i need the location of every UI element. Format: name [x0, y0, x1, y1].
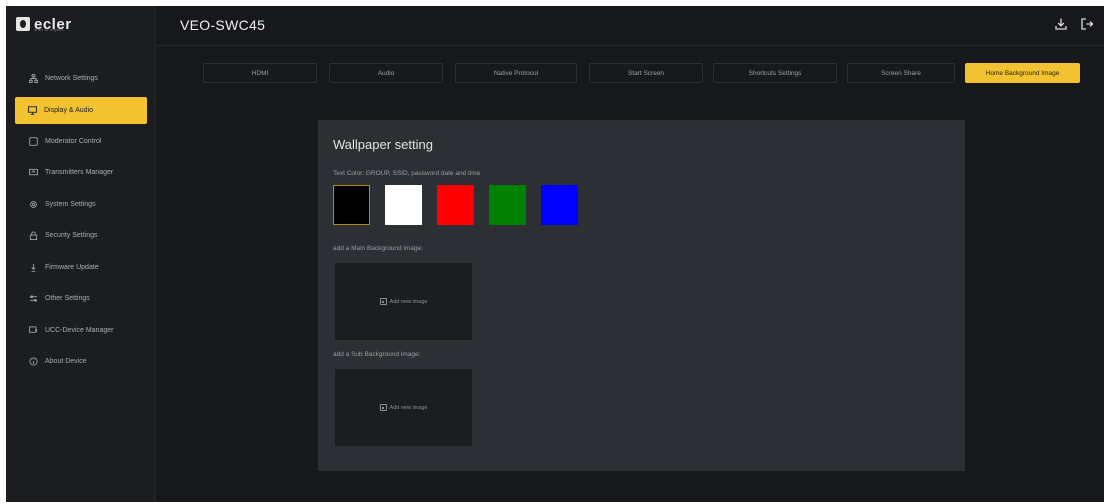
color-swatch-blue[interactable] [541, 185, 578, 225]
tab-label: Home Background Image [985, 69, 1060, 77]
sidebar-item-firmware-update[interactable]: Firmware Update [6, 252, 156, 284]
header-actions [1054, 17, 1094, 31]
network-icon [28, 74, 38, 84]
tab-label: Start Screen [627, 69, 665, 77]
download-icon[interactable] [1054, 17, 1068, 31]
sidebar-item-other-settings[interactable]: Other Settings [6, 283, 156, 315]
sidebar-item-ucc-device-manager[interactable]: UCC-Device Manager [6, 315, 156, 347]
text-color-label: Text Color: GROUP, SSID, password date a… [333, 170, 481, 177]
sidebar-item-label: Moderator Control [45, 137, 102, 145]
tab-hdmi[interactable]: HDMI [203, 63, 317, 83]
sidebar-item-security-settings[interactable]: Security Settings [6, 220, 156, 252]
sidebar-item-system-settings[interactable]: System Settings [6, 189, 156, 221]
upload-label: Add new image [389, 404, 428, 411]
update-icon [28, 262, 38, 272]
image-icon [379, 298, 387, 305]
tab-label: Audio [377, 69, 395, 77]
main-background-upload[interactable]: Add new image [335, 263, 472, 340]
color-swatch-black[interactable] [333, 185, 370, 225]
sidebar-item-label: UCC-Device Manager [45, 326, 114, 334]
sidebar-item-network-settings[interactable]: Network Settings [6, 63, 156, 95]
sub-background-upload[interactable]: Add new image [335, 369, 472, 446]
info-icon [28, 357, 38, 367]
sidebar-item-label: About Device [45, 358, 87, 366]
sub-background-label: add a Sub Background image: [333, 351, 421, 358]
upload-label: Add new image [389, 298, 428, 305]
page-title: VEO-SWC45 [180, 17, 266, 33]
color-swatch-green[interactable] [489, 185, 526, 225]
square-icon [28, 136, 38, 146]
gear-icon [28, 199, 38, 209]
sidebar-item-label: Display & Audio [44, 106, 94, 114]
tab-start-screen[interactable]: Start Screen [589, 63, 703, 83]
lock-icon [28, 231, 38, 241]
tab-native-protocol[interactable]: Native Protocol [455, 63, 577, 83]
main-background-label: add a Main Background image: [333, 245, 423, 252]
sidebar-item-transmitters-manager[interactable]: Transmitters Manager [6, 157, 156, 189]
brand-tagline: start to impact [34, 27, 64, 32]
tab-home-background-image[interactable]: Home Background Image [965, 63, 1080, 83]
tab-shortcuts-settings[interactable]: Shortcuts Settings [713, 63, 837, 83]
tab-label: Native Protocol [493, 69, 539, 77]
sidebar-item-label: Transmitters Manager [45, 169, 114, 177]
sidebar-item-label: Security Settings [45, 232, 98, 240]
ecler-logo-icon [16, 17, 30, 31]
sidebar-item-label: Network Settings [45, 75, 98, 83]
display-icon [27, 105, 37, 115]
tab-audio[interactable]: Audio [329, 63, 443, 83]
sidebar-item-label: Firmware Update [45, 263, 99, 271]
device-icon [28, 325, 38, 335]
sidebar-item-display-audio[interactable]: Display & Audio [15, 96, 147, 124]
sidebar-item-label: System Settings [45, 200, 96, 208]
logout-icon[interactable] [1080, 17, 1094, 31]
panel-title: Wallpaper setting [333, 137, 433, 152]
transmitter-icon [28, 168, 38, 178]
color-swatch-white[interactable] [385, 185, 422, 225]
sidebar: ecler start to impact Network Settings D… [6, 6, 156, 502]
tab-label: HDMI [251, 69, 269, 77]
tab-screen-share[interactable]: Screen Share [847, 63, 955, 83]
wallpaper-settings-panel: Wallpaper setting Text Color: GROUP, SSI… [318, 120, 965, 471]
sidebar-item-moderator-control[interactable]: Moderator Control [6, 126, 156, 158]
text-color-swatches [333, 185, 593, 225]
tab-label: Shortcuts Settings [748, 69, 802, 77]
image-icon [379, 404, 387, 411]
color-swatch-red[interactable] [437, 185, 474, 225]
tab-label: Screen Share [881, 69, 921, 77]
app-window: ecler start to impact Network Settings D… [6, 6, 1104, 502]
sidebar-nav: Network Settings Display & Audio Moderat… [6, 63, 156, 378]
sidebar-item-label: Other Settings [45, 295, 90, 303]
top-header: VEO-SWC45 [156, 6, 1104, 46]
sliders-icon [28, 294, 38, 304]
sidebar-item-about-device[interactable]: About Device [6, 346, 156, 378]
